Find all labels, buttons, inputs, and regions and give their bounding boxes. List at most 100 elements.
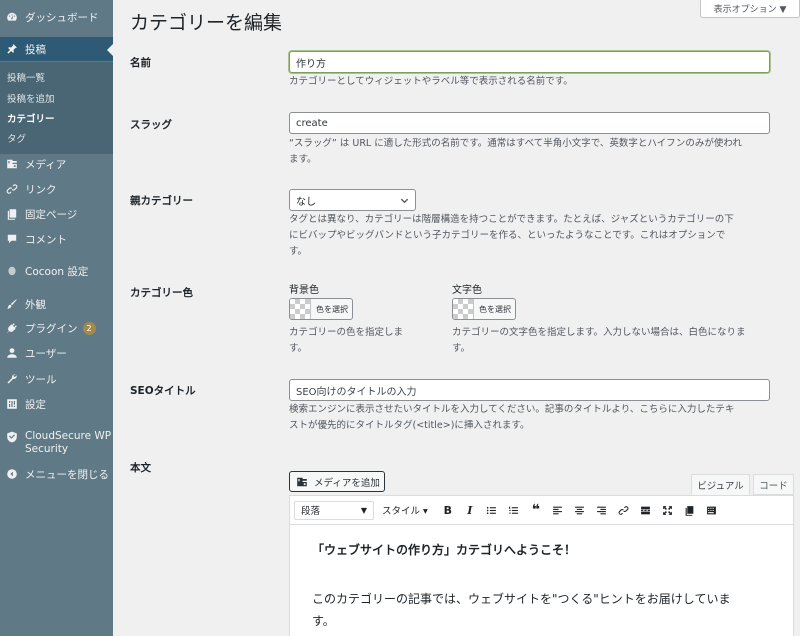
menu-cocoon-label: Cocoon 設定 <box>25 265 89 278</box>
style-menu[interactable]: スタイル ▾ <box>382 503 428 517</box>
menu-cloudsecure[interactable]: CloudSecure WP Security <box>0 430 113 460</box>
menu-media[interactable]: メディア <box>0 152 113 176</box>
editor-heading: 「ウェブサイトの作り方」カテゴリへようこそ！ <box>312 543 577 557</box>
blockquote-icon[interactable]: ❝ <box>526 500 546 520</box>
shield-icon <box>5 430 19 444</box>
link-icon <box>5 182 19 196</box>
plugin-icon <box>5 321 19 335</box>
collapse-arrow-icon <box>5 467 19 481</box>
fullscreen-icon[interactable] <box>658 500 678 520</box>
bg-color-description-line1: カテゴリーの色を指定しま <box>289 327 404 338</box>
menu-appearance-label: 外観 <box>25 298 46 311</box>
seo-title-input[interactable]: SEO向けのタイトルの入力 <box>289 379 770 401</box>
menu-tools-label: ツール <box>25 373 57 386</box>
seo-description-line1: 検索エンジンに表示させたいタイトルを入力してください。記事のタイトルより、こちら… <box>289 404 735 415</box>
align-center-icon[interactable] <box>570 500 590 520</box>
collapse-menu-label: メニューを閉じる <box>25 468 109 481</box>
seo-title-description: 検索エンジンに表示させたいタイトルを入力してください。記事のタイトルより、こちら… <box>289 402 774 434</box>
menu-posts[interactable]: 投稿 <box>0 37 113 61</box>
cloudsecure-label-line1: CloudSecure WP <box>25 430 112 442</box>
seo-title-label: SEOタイトル <box>130 385 196 397</box>
bg-color-description-line2: す。 <box>289 343 308 354</box>
menu-comments[interactable]: コメント <box>0 227 113 251</box>
menu-cloudsecure-label: CloudSecure WP Security <box>25 430 111 456</box>
screen-options-button[interactable]: 表示オプション ▼ <box>700 0 800 18</box>
menu-comments-label: コメント <box>25 233 67 246</box>
align-right-icon[interactable] <box>592 500 612 520</box>
name-input[interactable]: 作り方 <box>289 51 770 73</box>
submenu-tags[interactable]: タグ <box>7 131 26 145</box>
bg-color-picker-button[interactable]: 色を選択 <box>289 298 353 320</box>
cocoon-icon <box>5 264 19 278</box>
slug-description: “スラッグ” は URL に適した形式の名前です。通常はすべて半角小文字で、英数… <box>289 136 774 168</box>
parent-description-line3: す。 <box>289 246 308 257</box>
text-color-picker-button[interactable]: 色を選択 <box>452 298 516 320</box>
slug-input[interactable]: create <box>289 112 770 134</box>
slug-description-line1: “スラッグ” は URL に適した形式の名前です。通常はすべて半角小文字で、英数… <box>289 138 742 149</box>
menu-settings[interactable]: 設定 <box>0 392 113 416</box>
media-icon <box>5 157 19 171</box>
category-color-label: カテゴリー色 <box>130 287 193 299</box>
link-icon[interactable] <box>614 500 634 520</box>
menu-posts-label: 投稿 <box>25 43 46 56</box>
user-icon <box>5 346 19 360</box>
slug-description-line2: ます。 <box>289 154 317 165</box>
read-more-icon[interactable] <box>636 500 656 520</box>
menu-dashboard[interactable]: ダッシュボード <box>0 5 113 29</box>
menu-dashboard-label: ダッシュボード <box>25 11 99 24</box>
format-select[interactable]: 段落 ▼ <box>294 500 374 520</box>
bullet-list-icon[interactable] <box>482 500 502 520</box>
collapse-menu-button[interactable]: メニューを閉じる <box>0 462 113 486</box>
editor-toolbar: 段落 ▼ スタイル ▾ B I ❝ <box>289 495 794 525</box>
submenu-categories[interactable]: カテゴリー <box>7 111 55 125</box>
text-color-swatch <box>453 299 474 319</box>
italic-icon[interactable]: I <box>460 500 480 520</box>
tab-visual[interactable]: ビジュアル <box>691 474 750 495</box>
bold-icon[interactable]: B <box>438 500 458 520</box>
menu-plugins[interactable]: プラグイン 2 <box>0 316 113 340</box>
toolbar-toggle-icon[interactable] <box>702 500 722 520</box>
settings-icon <box>5 397 19 411</box>
editor-paragraph-line1: このカテゴリーの記事では、ウェブサイトを"つくる"ヒントをお届けしていま <box>312 592 731 606</box>
seo-description-line2: ストが優先的にタイトルタグ(<title>)に挿入されます。 <box>289 420 530 431</box>
submenu-all-posts[interactable]: 投稿一覧 <box>7 70 45 84</box>
bg-color-label: 背景色 <box>289 285 319 296</box>
numbered-list-icon[interactable] <box>504 500 524 520</box>
parent-description-line2: にビバップやビッグバンドという子カテゴリーを作る、といったようなことです。これは… <box>289 230 726 241</box>
align-left-icon[interactable] <box>548 500 568 520</box>
comment-icon <box>5 232 19 246</box>
menu-media-label: メディア <box>25 158 67 171</box>
menu-settings-label: 設定 <box>25 398 46 411</box>
plugins-update-badge: 2 <box>82 321 96 335</box>
editor-paragraph-line2: す。 <box>312 614 335 628</box>
parent-category-description: タグとは異なり、カテゴリーは階層構造を持つことができます。たとえば、ジャズという… <box>289 212 774 260</box>
bg-color-description: カテゴリーの色を指定しま す。 <box>289 325 419 357</box>
parent-description-line1: タグとは異なり、カテゴリーは階層構造を持つことができます。たとえば、ジャズという… <box>289 214 734 225</box>
parent-category-select[interactable]: なし <box>289 189 416 211</box>
menu-links[interactable]: リンク <box>0 177 113 201</box>
bg-color-swatch <box>290 299 311 319</box>
add-media-button[interactable]: メディアを追加 <box>289 471 385 492</box>
name-label: 名前 <box>130 57 151 69</box>
wrench-icon <box>5 372 19 386</box>
format-select-value: 段落 <box>301 506 321 517</box>
menu-links-label: リンク <box>25 183 57 196</box>
menu-cocoon[interactable]: Cocoon 設定 <box>0 259 113 283</box>
text-color-description: カテゴリーの文字色を指定します。入力しない場合は、白色になりま す。 <box>452 325 777 357</box>
content-label: 本文 <box>130 462 151 474</box>
menu-tools[interactable]: ツール <box>0 367 113 391</box>
tab-code[interactable]: コード <box>753 474 794 495</box>
copy-icon[interactable] <box>680 500 700 520</box>
cloudsecure-label-line2: Security <box>25 443 69 455</box>
slug-label: スラッグ <box>130 119 172 131</box>
editor-content-area[interactable]: 「ウェブサイトの作り方」カテゴリへようこそ！ このカテゴリーの記事では、ウェブサ… <box>289 525 794 636</box>
menu-pages[interactable]: 固定ページ <box>0 202 113 226</box>
menu-appearance[interactable]: 外観 <box>0 292 113 316</box>
submenu-add-post[interactable]: 投稿を追加 <box>7 91 55 105</box>
menu-users[interactable]: ユーザー <box>0 341 113 365</box>
parent-category-label: 親カテゴリー <box>130 195 193 207</box>
main-content: カテゴリーを編集 表示オプション ▼ 名前 作り方 カテゴリーとしてウィジェット… <box>113 0 800 636</box>
dashboard-icon <box>5 10 19 24</box>
name-description: カテゴリーとしてウィジェットやラベル等で表示される名前です。 <box>289 76 573 87</box>
caret-down-icon: ▼ <box>360 505 367 515</box>
